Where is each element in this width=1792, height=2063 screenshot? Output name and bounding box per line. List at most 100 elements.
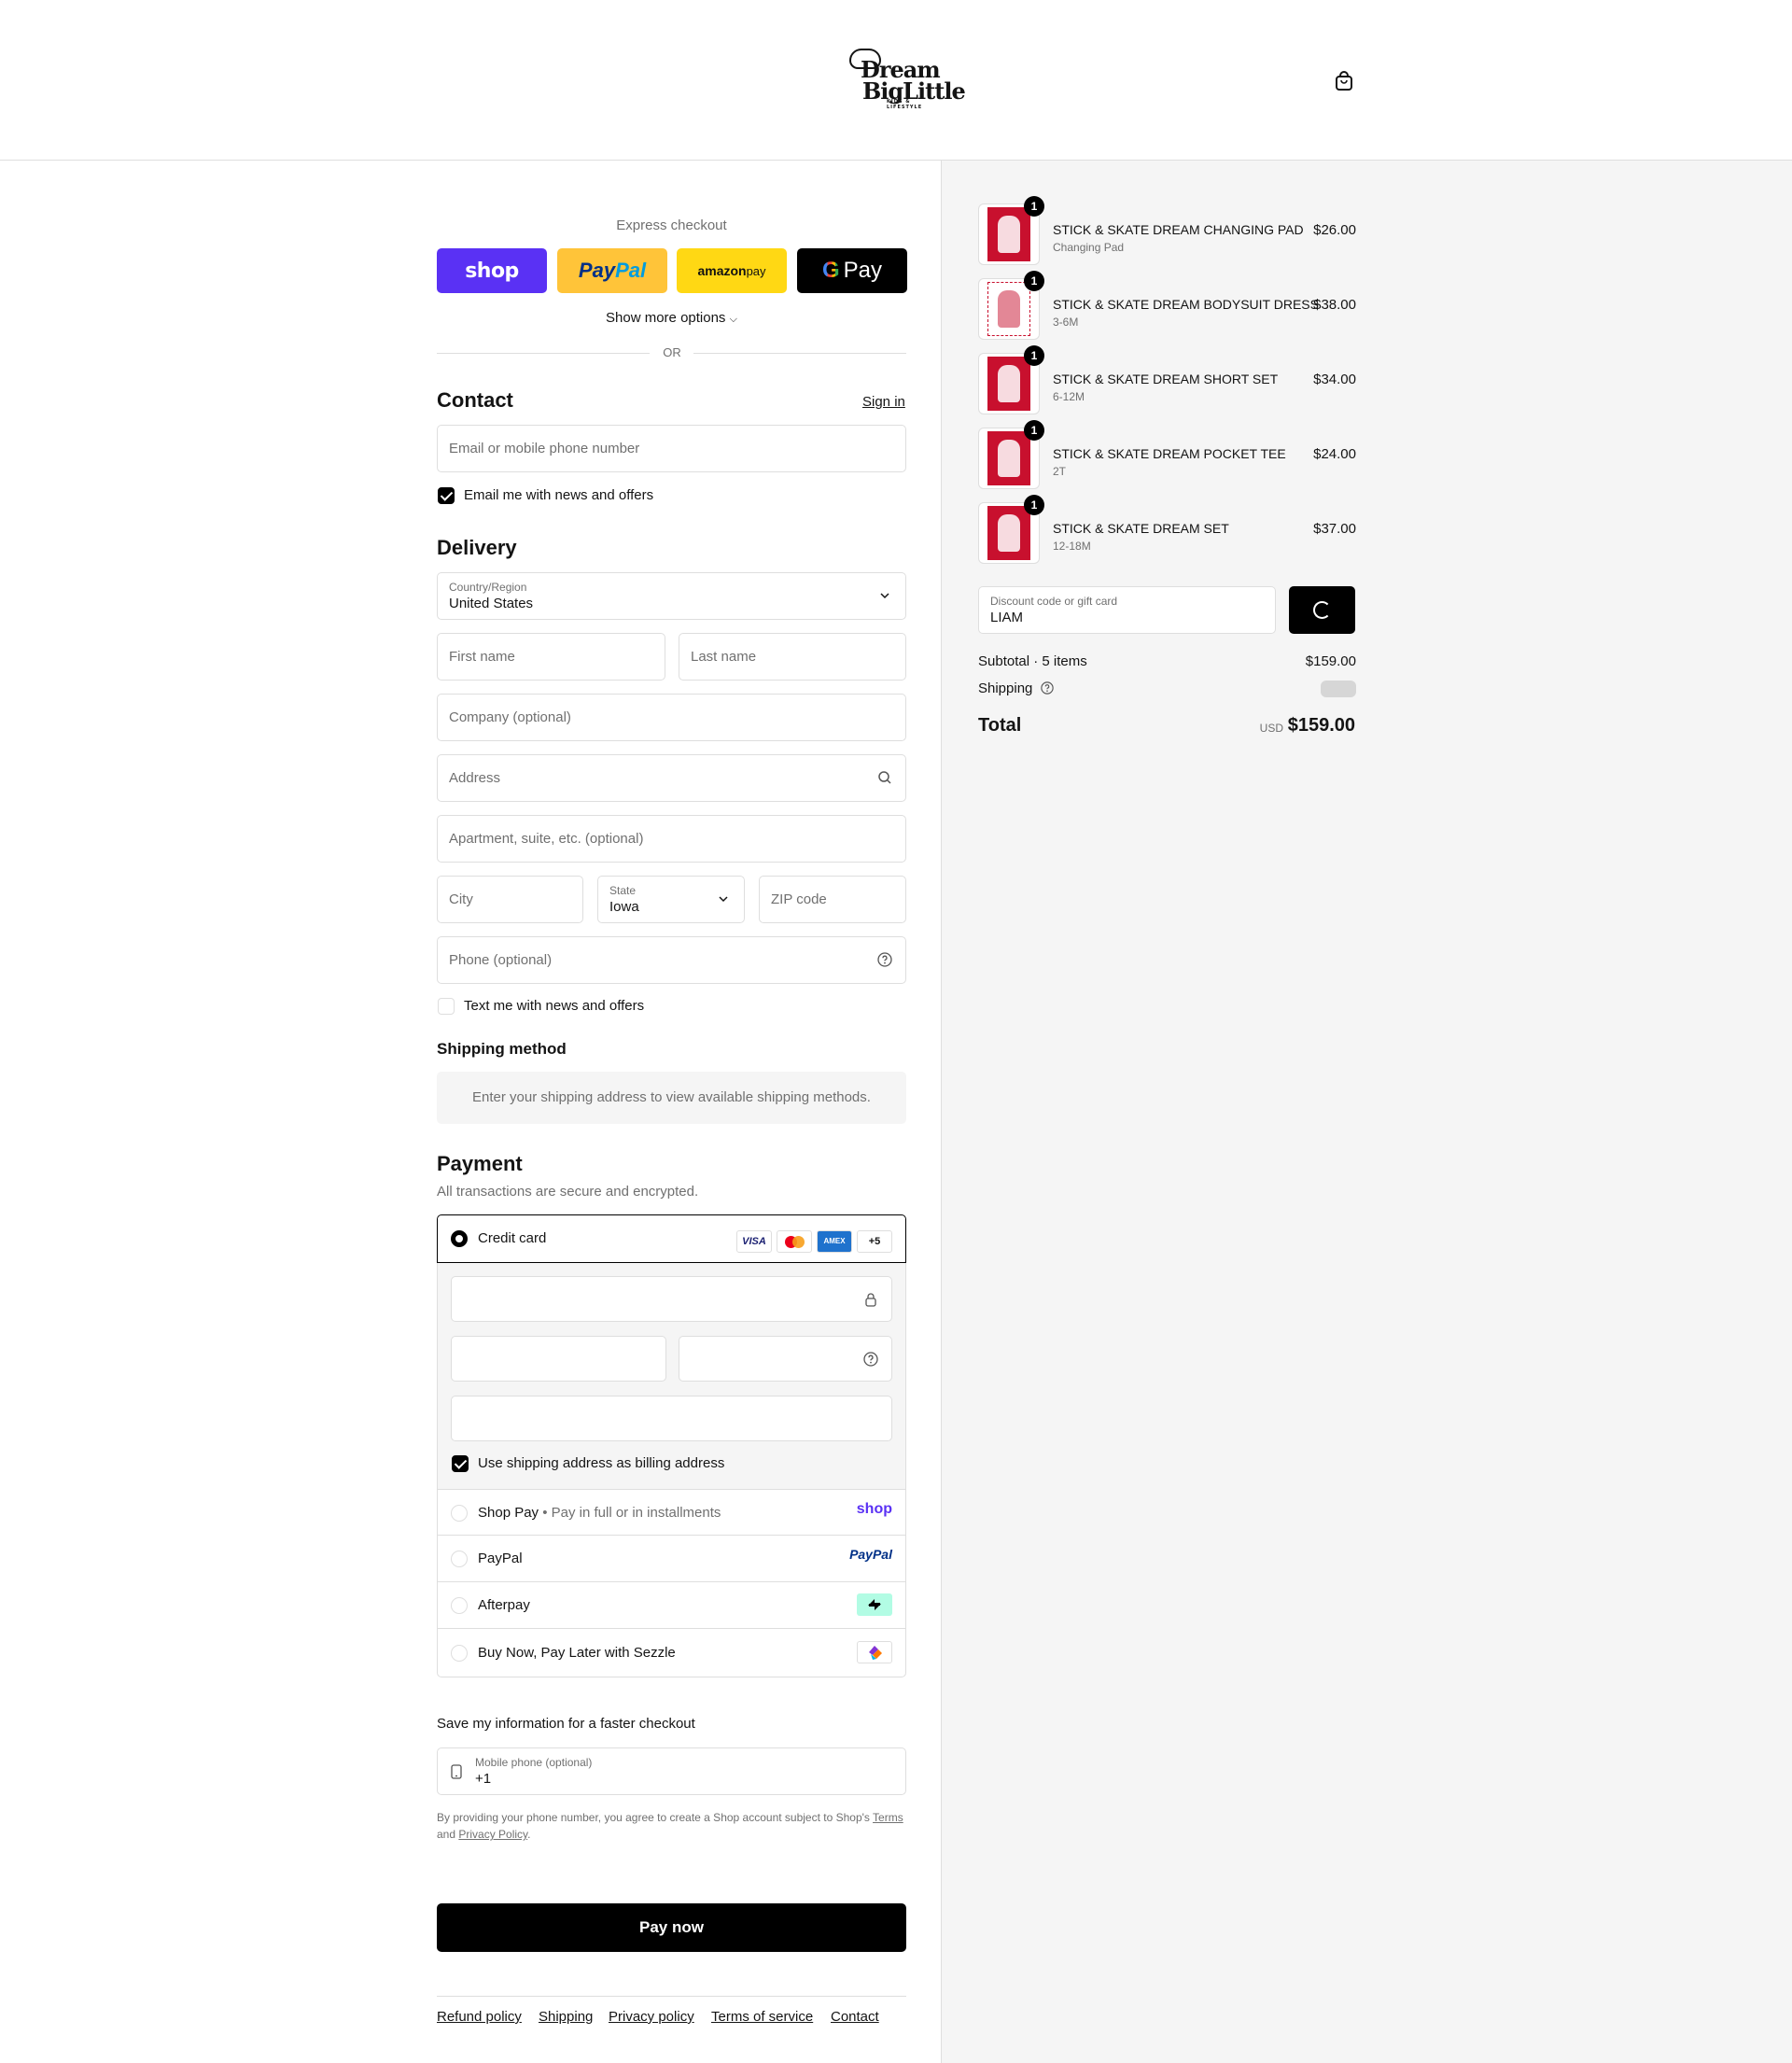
shipping-value-placeholder bbox=[1321, 681, 1356, 697]
afterpay-option[interactable]: Afterpay bbox=[437, 1582, 906, 1629]
sign-in-link[interactable]: Sign in bbox=[862, 394, 905, 410]
state-select[interactable]: State Iowa bbox=[597, 876, 745, 923]
shipping-method-heading: Shipping method bbox=[437, 1040, 567, 1058]
shop-pay-label: Shop Pay bbox=[478, 1505, 539, 1521]
sezzle-label: Buy Now, Pay Later with Sezzle bbox=[478, 1645, 676, 1661]
quantity-badge: 1 bbox=[1024, 196, 1044, 217]
sms-checkbox[interactable] bbox=[438, 998, 455, 1015]
shopping-bag-icon[interactable] bbox=[1335, 71, 1353, 91]
discount-code-field[interactable]: Discount code or gift card LIAM bbox=[978, 586, 1276, 634]
privacy-policy-link[interactable]: Privacy Policy bbox=[458, 1828, 527, 1841]
paypal-radio[interactable] bbox=[451, 1551, 468, 1567]
company-placeholder: Company (optional) bbox=[449, 709, 571, 725]
email-placeholder: Email or mobile phone number bbox=[449, 441, 640, 456]
help-circle-icon[interactable] bbox=[877, 952, 892, 967]
last-name-field[interactable]: Last name bbox=[679, 633, 906, 681]
product-price: $37.00 bbox=[1313, 521, 1356, 537]
product-variant: 3-6M bbox=[1053, 316, 1079, 329]
mastercard-icon bbox=[777, 1230, 812, 1253]
help-circle-icon[interactable] bbox=[863, 1352, 878, 1367]
save-info-title: Save my information for a faster checkou… bbox=[437, 1716, 695, 1732]
footer-divider bbox=[437, 1996, 906, 1997]
shipping-label: Shipping bbox=[978, 681, 1033, 696]
shop-pay-express-button[interactable]: shop bbox=[437, 248, 547, 293]
phone-icon bbox=[451, 1764, 462, 1779]
first-name-field[interactable]: First name bbox=[437, 633, 665, 681]
phone-field[interactable]: Phone (optional) bbox=[437, 936, 906, 984]
amazon-pay-express-button[interactable]: amazon pay bbox=[677, 248, 787, 293]
legal-text-and: and bbox=[437, 1828, 459, 1841]
paypal-option[interactable]: PayPal PayPal bbox=[437, 1536, 906, 1582]
contact-heading: Contact bbox=[437, 388, 513, 412]
product-price: $26.00 bbox=[1313, 222, 1356, 238]
payment-heading: Payment bbox=[437, 1152, 523, 1175]
shop-pay-logo: shop bbox=[856, 1501, 892, 1517]
card-number-field[interactable] bbox=[451, 1276, 892, 1322]
show-more-label: Show more options bbox=[606, 310, 726, 326]
sezzle-option[interactable]: Buy Now, Pay Later with Sezzle bbox=[437, 1629, 906, 1677]
product-name: STICK & SKATE DREAM CHANGING PAD bbox=[1053, 222, 1304, 237]
product-variant: 2T bbox=[1053, 465, 1067, 478]
apartment-field[interactable]: Apartment, suite, etc. (optional) bbox=[437, 815, 906, 863]
loading-spinner-icon bbox=[1313, 601, 1331, 619]
card-name-field[interactable] bbox=[451, 1396, 892, 1441]
more-cards-badge: +5 bbox=[857, 1230, 892, 1253]
afterpay-radio[interactable] bbox=[451, 1597, 468, 1614]
chevron-down-icon bbox=[877, 588, 892, 603]
credit-card-form: Use shipping address as billing address bbox=[437, 1263, 906, 1489]
legal-text-a: By providing your phone number, you agre… bbox=[437, 1811, 874, 1824]
newsletter-checkbox[interactable] bbox=[438, 487, 455, 504]
shipping-policy-link[interactable]: Shipping bbox=[539, 2009, 593, 2025]
google-pay-express-button[interactable]: G Pay bbox=[797, 248, 907, 293]
subtotal-value: $159.00 bbox=[1305, 653, 1356, 669]
credit-card-radio[interactable] bbox=[451, 1230, 468, 1247]
google-g-icon: G bbox=[821, 258, 840, 283]
total-value: $159.00 bbox=[1287, 715, 1355, 736]
product-variant: Changing Pad bbox=[1053, 241, 1125, 254]
zip-placeholder: ZIP code bbox=[771, 891, 827, 907]
company-field[interactable]: Company (optional) bbox=[437, 694, 906, 741]
subtotal-row: Subtotal · 5 items $159.00 bbox=[978, 653, 1356, 669]
terms-link[interactable]: Terms bbox=[873, 1811, 903, 1824]
show-more-options-link[interactable]: Show more options ⌵ bbox=[437, 310, 906, 326]
payment-subtitle: All transactions are secure and encrypte… bbox=[437, 1184, 699, 1200]
google-pay-text: Pay bbox=[843, 258, 883, 283]
state-value: Iowa bbox=[609, 899, 639, 915]
refund-policy-link[interactable]: Refund policy bbox=[437, 2009, 522, 2025]
mobile-phone-field[interactable]: Mobile phone (optional) +1 bbox=[437, 1747, 906, 1795]
country-select[interactable]: Country/Region United States bbox=[437, 572, 906, 620]
divider-right bbox=[693, 353, 906, 354]
apply-discount-button[interactable] bbox=[1289, 586, 1355, 634]
paypal-logo-b: Pal bbox=[615, 259, 647, 282]
address-field[interactable]: Address bbox=[437, 754, 906, 802]
privacy-policy-footer-link[interactable]: Privacy policy bbox=[609, 2009, 694, 2025]
sms-label: Text me with news and offers bbox=[464, 998, 645, 1014]
zip-field[interactable]: ZIP code bbox=[759, 876, 906, 923]
city-field[interactable]: City bbox=[437, 876, 583, 923]
product-variant: 6-12M bbox=[1053, 390, 1085, 403]
credit-card-option[interactable]: Credit card VISA AMEX +5 bbox=[437, 1214, 906, 1263]
shop-pay-option[interactable]: Shop Pay • Pay in full or in installment… bbox=[437, 1489, 906, 1536]
cart-item: 1 STICK & SKATE DREAM POCKET TEE 2T $24.… bbox=[978, 420, 1356, 489]
quantity-badge: 1 bbox=[1024, 271, 1044, 291]
country-label: Country/Region bbox=[449, 581, 527, 594]
shop-pay-radio[interactable] bbox=[451, 1505, 468, 1522]
pay-now-button[interactable]: Pay now bbox=[437, 1903, 906, 1952]
express-checkout-title: Express checkout bbox=[616, 218, 727, 233]
sezzle-radio[interactable] bbox=[451, 1645, 468, 1662]
contact-link[interactable]: Contact bbox=[831, 2009, 879, 2025]
billing-same-checkbox[interactable] bbox=[452, 1455, 469, 1472]
help-circle-icon[interactable] bbox=[1040, 681, 1054, 695]
email-field[interactable]: Email or mobile phone number bbox=[437, 425, 906, 472]
city-placeholder: City bbox=[449, 891, 473, 907]
cart-item: 1 STICK & SKATE DREAM SHORT SET 6-12M $3… bbox=[978, 345, 1356, 414]
state-label: State bbox=[609, 884, 637, 897]
terms-of-service-link[interactable]: Terms of service bbox=[711, 2009, 813, 2025]
store-logo[interactable]: Dream BigLittle KIDS & LIFESTYLE bbox=[842, 47, 966, 110]
card-expiry-field[interactable] bbox=[451, 1336, 666, 1382]
amex-icon: AMEX bbox=[817, 1230, 852, 1253]
card-cvc-field[interactable] bbox=[679, 1336, 892, 1382]
total-label: Total bbox=[978, 715, 1022, 736]
divider-left bbox=[437, 353, 650, 354]
paypal-express-button[interactable]: Pay Pal bbox=[557, 248, 667, 293]
